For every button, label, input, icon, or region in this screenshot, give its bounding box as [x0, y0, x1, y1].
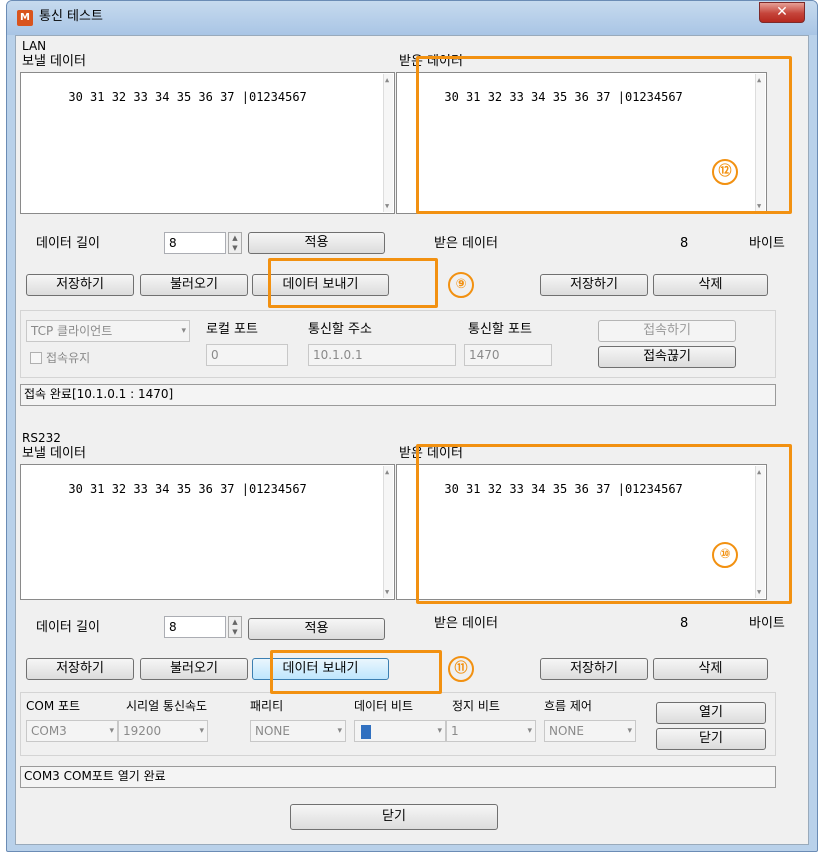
rs232-parity-select[interactable]: NONE ▾: [250, 720, 346, 742]
rs232-data-length-input[interactable]: 8: [164, 616, 226, 638]
rs232-com-port-value: COM3: [31, 724, 67, 738]
rs232-status-bar: COM3 COM포트 열기 완료: [20, 766, 776, 788]
lan-keep-alive-checkbox[interactable]: [30, 352, 42, 364]
rs232-data-length-label: 데이터 길이: [36, 620, 100, 635]
lan-local-port-input[interactable]: 0: [206, 344, 288, 366]
rs232-bytes-label: 바이트: [749, 616, 785, 631]
lan-group-label: LAN: [22, 39, 47, 53]
rs232-parity-value: NONE: [255, 724, 290, 738]
rs232-stop-bits-value: 1: [451, 724, 459, 738]
lan-bytes-label: 바이트: [749, 236, 785, 251]
rs232-send-textarea[interactable]: 30 31 32 33 34 35 36 37 |01234567: [20, 464, 395, 600]
selection-highlight: [361, 725, 371, 739]
lan-disconnect-button[interactable]: 접속끊기: [598, 346, 736, 368]
annotation-box-12: [416, 56, 792, 214]
lan-keep-alive-label: 접속유지: [46, 351, 91, 365]
chevron-down-icon: ▾: [199, 726, 204, 736]
lan-status-bar: 접속 완료[10.1.0.1 : 1470]: [20, 384, 776, 406]
lan-apply-button[interactable]: 적용: [248, 232, 385, 254]
rs232-recv-data-label: 받은 데이터: [434, 616, 498, 631]
rs232-flow-select[interactable]: NONE ▾: [544, 720, 636, 742]
rs232-send-text: 30 31 32 33 34 35 36 37 |01234567: [68, 482, 307, 496]
rs232-load-button[interactable]: 불러오기: [140, 658, 248, 680]
annotation-badge-12: ⑫: [712, 159, 738, 185]
rs232-baud-value: 19200: [123, 724, 162, 738]
lan-data-length-label: 데이터 길이: [36, 236, 100, 251]
rs232-apply-button[interactable]: 적용: [248, 618, 385, 640]
lan-save-button[interactable]: 저장하기: [26, 274, 134, 296]
rs232-com-port-label: COM 포트: [26, 699, 81, 713]
annotation-badge-9: ⑨: [448, 272, 474, 298]
app-icon: M: [17, 10, 33, 26]
annotation-box-11: [270, 650, 442, 694]
chevron-down-icon: ▾: [109, 726, 114, 736]
rs232-data-bits-select[interactable]: ▾: [354, 720, 446, 742]
window-close-button[interactable]: ✕: [759, 2, 805, 23]
window-title: 통신 테스트: [39, 9, 103, 24]
rs232-stop-bits-select[interactable]: 1 ▾: [446, 720, 536, 742]
lan-remote-port-label: 통신할 포트: [468, 322, 532, 337]
rs232-parity-label: 패리티: [250, 699, 284, 713]
chevron-down-icon: ▾: [181, 326, 186, 336]
lan-send-textarea[interactable]: 30 31 32 33 34 35 36 37 |01234567: [20, 72, 395, 214]
rs232-baud-select[interactable]: 19200 ▾: [118, 720, 208, 742]
rs232-send-scrollbar[interactable]: [383, 466, 393, 598]
lan-recv-save-button[interactable]: 저장하기: [540, 274, 648, 296]
chevron-down-icon: ▾: [337, 726, 342, 736]
annotation-box-9: [268, 258, 438, 308]
rs232-com-port-select[interactable]: COM3 ▾: [26, 720, 118, 742]
rs232-baud-label: 시리얼 통신속도: [126, 699, 208, 713]
lan-mode-value: TCP 클라이언트: [31, 324, 113, 338]
chevron-down-icon: ▾: [627, 726, 632, 736]
lan-send-scrollbar[interactable]: [383, 74, 393, 212]
lan-remote-addr-input[interactable]: 10.1.0.1: [308, 344, 456, 366]
rs232-flow-label: 흐름 제어: [544, 699, 592, 713]
client-area: LAN 보낼 데이터 30 31 32 33 34 35 36 37 |0123…: [15, 35, 809, 845]
lan-remote-addr-label: 통신할 주소: [308, 322, 372, 337]
lan-remote-port-input[interactable]: 1470: [464, 344, 552, 366]
rs232-recv-count: 8: [680, 616, 689, 631]
annotation-box-10: [416, 444, 792, 604]
lan-send-label: 보낼 데이터: [22, 54, 86, 69]
rs232-close-port-button[interactable]: 닫기: [656, 728, 766, 750]
lan-recv-count: 8: [680, 236, 689, 251]
rs232-group-label: RS232: [22, 431, 61, 445]
rs232-recv-save-button[interactable]: 저장하기: [540, 658, 648, 680]
lan-connect-button[interactable]: 접속하기: [598, 320, 736, 342]
rs232-flow-value: NONE: [549, 724, 584, 738]
rs232-stop-bits-label: 정지 비트: [452, 699, 500, 713]
chevron-down-icon: ▾: [437, 726, 442, 736]
lan-load-button[interactable]: 불러오기: [140, 274, 248, 296]
lan-delete-button[interactable]: 삭제: [653, 274, 768, 296]
rs232-data-bits-label: 데이터 비트: [354, 699, 414, 713]
title-bar: M 통신 테스트 ✕: [7, 1, 817, 35]
annotation-badge-11: ⑪: [448, 656, 474, 682]
rs232-open-button[interactable]: 열기: [656, 702, 766, 724]
lan-recv-data-label: 받은 데이터: [434, 236, 498, 251]
rs232-send-label: 보낼 데이터: [22, 446, 86, 461]
annotation-badge-10: ⑩: [712, 542, 738, 568]
chevron-down-icon: ▾: [527, 726, 532, 736]
lan-send-text: 30 31 32 33 34 35 36 37 |01234567: [68, 90, 307, 104]
lan-local-port-label: 로컬 포트: [206, 322, 258, 337]
rs232-save-button[interactable]: 저장하기: [26, 658, 134, 680]
main-window: M 통신 테스트 ✕ LAN 보낼 데이터 30 31 32 33 34 35 …: [6, 0, 818, 852]
close-dialog-button[interactable]: 닫기: [290, 804, 498, 830]
lan-data-length-spinner[interactable]: ▲ ▼: [228, 232, 242, 254]
lan-mode-select[interactable]: TCP 클라이언트 ▾: [26, 320, 190, 342]
rs232-delete-button[interactable]: 삭제: [653, 658, 768, 680]
lan-data-length-input[interactable]: 8: [164, 232, 226, 254]
rs232-data-length-spinner[interactable]: ▲ ▼: [228, 616, 242, 638]
